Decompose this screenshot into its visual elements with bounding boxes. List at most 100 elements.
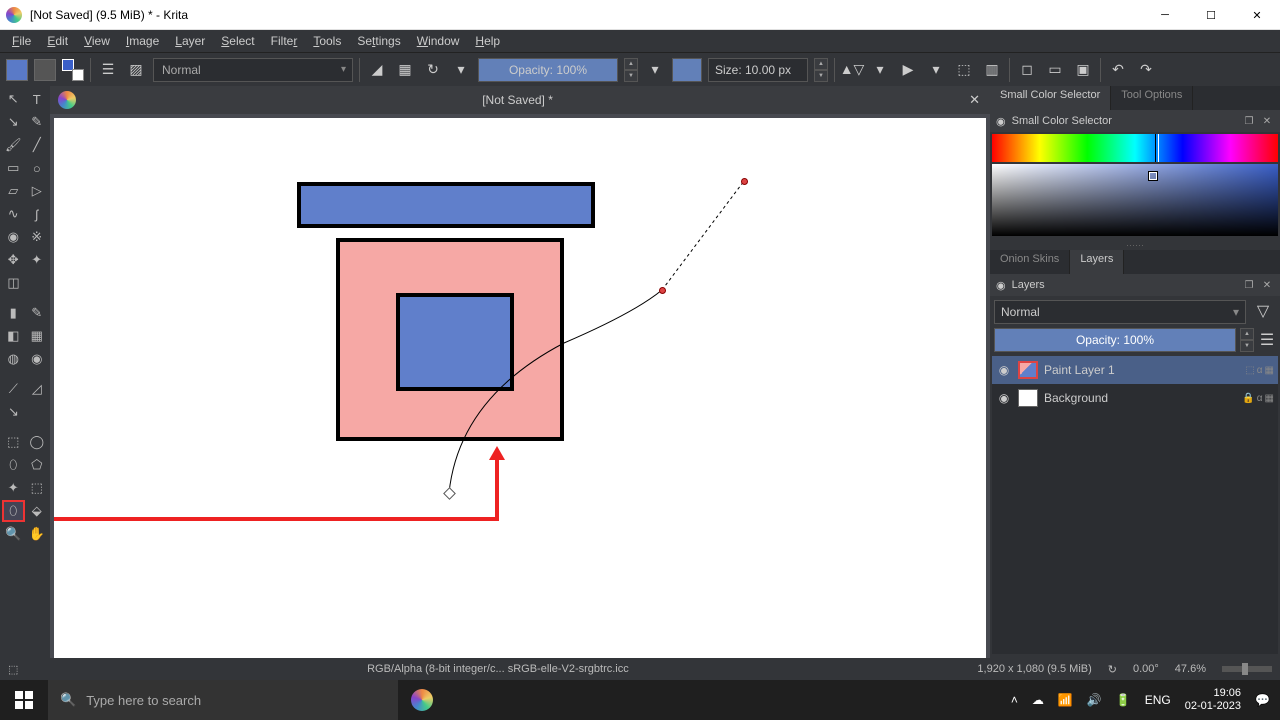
rectangle-tool-icon[interactable]: ▭ (2, 157, 25, 179)
freehand-select-tool-icon[interactable]: ⬯ (2, 454, 25, 476)
tray-battery-icon[interactable]: 🔋 (1116, 693, 1131, 707)
bezier-end-handle[interactable] (443, 487, 456, 500)
menu-layer[interactable]: Layer (167, 32, 213, 50)
minimize-button[interactable]: ─ (1142, 0, 1188, 30)
canvas[interactable] (54, 118, 986, 666)
tray-lang[interactable]: ENG (1145, 693, 1171, 707)
redo-icon[interactable]: ↷ (1135, 59, 1157, 81)
assistant-tool-icon[interactable]: ◉ (26, 348, 49, 370)
tab-onion-skins[interactable]: Onion Skins (990, 250, 1070, 274)
menu-window[interactable]: Window (409, 32, 468, 50)
opacity-slider[interactable]: Opacity: 100% (478, 58, 618, 82)
ellipse-tool-icon[interactable]: ○ (26, 157, 49, 179)
magnetic-select-tool-icon[interactable]: ⬙ (26, 500, 48, 522)
tab-small-color-selector[interactable]: Small Color Selector (990, 86, 1111, 110)
line-tool-icon[interactable]: ╱ (26, 134, 49, 156)
float-panel-icon[interactable]: ❐ (1242, 114, 1256, 128)
wrap-icon[interactable]: ⬚ (953, 59, 975, 81)
reference-tool-icon[interactable]: ◿ (26, 378, 49, 400)
start-button[interactable] (0, 680, 48, 720)
zoom-slider[interactable] (1222, 666, 1272, 672)
layer-item[interactable]: ◉ Paint Layer 1 ⬚α▦ (992, 356, 1278, 384)
layer-opacity-slider[interactable]: Opacity: 100% (994, 328, 1236, 352)
fg-bg-colors[interactable] (62, 59, 84, 81)
visibility-icon[interactable]: ◉ (996, 391, 1012, 405)
size-spinner[interactable]: ▲▼ (814, 58, 828, 82)
bezier-select-tool-icon[interactable]: ⬯ (2, 500, 25, 522)
crop-tool-icon[interactable]: ◫ (2, 272, 25, 294)
text-tool-icon[interactable]: T (26, 88, 49, 110)
lock-icon[interactable]: ⬚ (1245, 365, 1254, 376)
layer-opacity-spinner[interactable]: ▲▼ (1240, 328, 1254, 352)
dropdown-icon[interactable]: ▾ (644, 59, 666, 81)
brush-tool-icon[interactable]: 🖌 (2, 134, 25, 156)
menu-tools[interactable]: Tools (305, 32, 349, 50)
workspace-icon[interactable]: ▥ (981, 59, 1003, 81)
rect-select-tool-icon[interactable]: ⬚ (2, 431, 25, 453)
smart-fill-tool-icon[interactable]: ◍ (2, 348, 25, 370)
brush-settings-icon[interactable]: ☰ (97, 59, 119, 81)
polygon-tool-icon[interactable]: ▱ (2, 180, 25, 202)
measure-tool-icon[interactable]: ⟋ (2, 378, 25, 400)
move-tool-icon[interactable]: ✥ (2, 249, 25, 271)
tray-clock[interactable]: 19:06 02-01-2023 (1185, 687, 1241, 713)
transform-tool2-icon[interactable]: ✦ (26, 249, 49, 271)
contiguous-select-tool-icon[interactable]: ✦ (2, 477, 25, 499)
document-tab[interactable]: [Not Saved] * ✕ (50, 86, 990, 114)
bezier-tool-icon[interactable]: ∿ (2, 203, 25, 225)
mirror-h-icon[interactable]: ▲▽ (841, 59, 863, 81)
transform-tool-icon[interactable]: ↖ (2, 88, 25, 110)
lock-icon[interactable]: 🔒 (1242, 393, 1254, 404)
blend-mode-select[interactable]: Normal (153, 58, 353, 82)
size-preview[interactable] (672, 58, 702, 82)
doc-tab-close-icon[interactable]: ✕ (959, 92, 990, 108)
alpha-icon[interactable]: α (1257, 365, 1263, 376)
menu-filter[interactable]: Filter (263, 32, 306, 50)
gradient-tool-icon[interactable]: ◧ (2, 325, 25, 347)
menu-edit[interactable]: Edit (39, 32, 76, 50)
dropdown-icon[interactable]: ▾ (925, 59, 947, 81)
visibility-icon[interactable]: ◉ (996, 363, 1012, 377)
tray-chevron-icon[interactable]: ˄ (1011, 693, 1018, 707)
saturation-value-box[interactable] (992, 164, 1278, 236)
calligraphy-tool-icon[interactable]: ✎ (26, 111, 49, 133)
taskbar-krita-app[interactable] (398, 680, 446, 720)
save-icon[interactable]: ▣ (1072, 59, 1094, 81)
mirror-v-icon[interactable]: ▶ (897, 59, 919, 81)
menu-file[interactable]: File (4, 32, 39, 50)
brush-preset-icon[interactable]: ▨ (125, 59, 147, 81)
hue-strip[interactable] (992, 134, 1278, 162)
menu-settings[interactable]: Settings (349, 32, 408, 50)
sv-cursor[interactable] (1149, 172, 1157, 180)
undo-icon[interactable]: ↶ (1107, 59, 1129, 81)
dropdown-icon[interactable]: ▾ (450, 59, 472, 81)
eyedropper-tool-icon[interactable]: ↘ (2, 401, 25, 423)
float-panel-icon[interactable]: ❐ (1242, 278, 1256, 292)
filter-icon[interactable]: ▽ (1252, 300, 1274, 322)
gradient-swatch[interactable] (6, 59, 28, 81)
menu-help[interactable]: Help (467, 32, 508, 50)
zoom-tool-icon[interactable]: 🔍 (2, 523, 25, 545)
menu-select[interactable]: Select (213, 32, 262, 50)
tray-cloud-icon[interactable]: ☁ (1032, 693, 1044, 707)
layer-item[interactable]: ◉ Background 🔒α▦ (992, 384, 1278, 412)
tab-layers[interactable]: Layers (1070, 250, 1124, 274)
close-panel-icon[interactable]: ✕ (1260, 114, 1274, 128)
size-field[interactable]: Size: 10.00 px (708, 58, 808, 82)
tab-tool-options[interactable]: Tool Options (1111, 86, 1193, 110)
inherit-icon[interactable]: ▦ (1265, 365, 1274, 376)
inherit-icon[interactable]: ▦ (1265, 393, 1274, 404)
rotation-icon[interactable]: ↻ (1108, 663, 1117, 676)
polyline-tool-icon[interactable]: ▷ (26, 180, 49, 202)
freehand-path-tool-icon[interactable]: ʃ (26, 203, 49, 225)
layer-menu-icon[interactable]: ☰ (1258, 330, 1276, 350)
pattern-tool-icon[interactable]: ▦ (26, 325, 49, 347)
open-icon[interactable]: ▭ (1044, 59, 1066, 81)
ellipse-select-tool-icon[interactable]: ◯ (26, 431, 49, 453)
maximize-button[interactable]: ☐ (1188, 0, 1234, 30)
menu-view[interactable]: View (76, 32, 118, 50)
polygon-select-tool-icon[interactable]: ⬠ (26, 454, 49, 476)
edit-shapes-tool-icon[interactable]: ↘ (2, 111, 25, 133)
dynamic-brush-tool-icon[interactable]: ◉ (2, 226, 25, 248)
pattern-swatch[interactable] (34, 59, 56, 81)
